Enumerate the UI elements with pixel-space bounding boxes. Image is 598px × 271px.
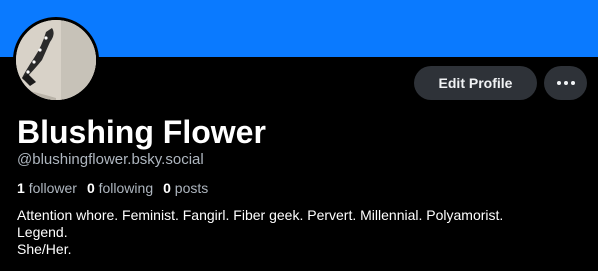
bio-line: Attention whore. Feminist. Fangirl. Fibe… <box>17 207 504 223</box>
followers-count: 1 <box>17 180 25 196</box>
followers-stat[interactable]: 1 follower <box>17 178 77 198</box>
posts-label: posts <box>174 180 209 196</box>
ellipsis-icon <box>556 81 575 85</box>
posts-count: 0 <box>163 180 171 196</box>
following-label: following <box>98 180 154 196</box>
avatar-photo <box>16 20 96 100</box>
bio-line: She/Her. <box>17 241 72 257</box>
more-options-button[interactable] <box>544 66 587 100</box>
profile-handle: @blushingflower.bsky.social <box>17 151 204 168</box>
followers-label: follower <box>28 180 77 196</box>
posts-stat: 0 posts <box>163 178 208 198</box>
bio-line: Legend. <box>17 224 68 240</box>
following-count: 0 <box>86 180 95 196</box>
display-name: Blushing Flower <box>17 114 266 150</box>
following-stat[interactable]: 0 following <box>87 178 153 198</box>
profile-stats: 1 follower 0 following 0 posts <box>17 178 208 198</box>
edit-profile-button[interactable]: Edit Profile <box>414 66 537 100</box>
avatar[interactable] <box>13 17 99 103</box>
profile-bio: Attention whore. Feminist. Fangirl. Fibe… <box>17 207 587 258</box>
